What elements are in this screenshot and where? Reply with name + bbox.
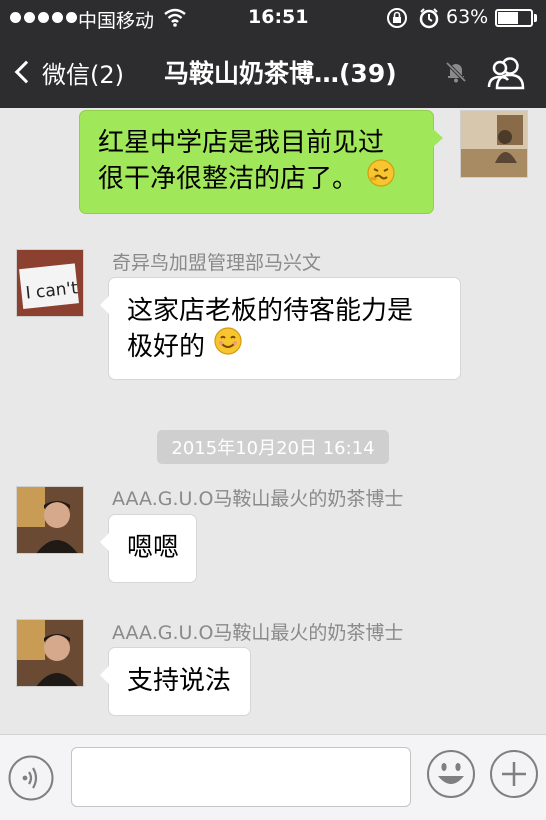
mute-icon <box>444 60 468 88</box>
message-text-line: 极好的 <box>127 332 206 362</box>
sender-avatar[interactable]: I can't <box>16 249 84 317</box>
emoji-button[interactable] <box>426 749 476 799</box>
grimace-emoji <box>366 158 396 198</box>
carrier-name: 中国移动 <box>78 10 155 32</box>
chat-messages[interactable]: 红星中学店是我目前见过 很干净很整洁的店了。 I can't 奇异鸟加盟管理部马… <box>0 108 546 734</box>
message-bubble[interactable]: 嗯嗯 <box>100 514 197 583</box>
input-bar <box>0 734 546 820</box>
battery-level-fill <box>498 12 518 24</box>
sender-name: AAA.G.U.O马鞍山最火的奶茶博士 <box>112 622 404 644</box>
smile-emoji <box>213 326 243 366</box>
timestamp-divider: 2015年10月20日 16:14 <box>157 430 389 464</box>
wifi-icon <box>163 7 187 32</box>
status-time: 16:51 <box>248 6 309 28</box>
my-message-bubble[interactable]: 红星中学店是我目前见过 很干净很整洁的店了。 <box>79 110 443 214</box>
message-text: 嗯嗯 <box>127 533 180 563</box>
battery-icon <box>495 9 533 27</box>
status-bar: 中国移动 16:51 63% <box>0 0 546 36</box>
back-label: 微信(2) <box>42 60 124 89</box>
battery-tip <box>534 14 537 22</box>
sender-avatar[interactable] <box>16 486 84 554</box>
alarm-icon <box>418 7 440 34</box>
my-avatar[interactable] <box>460 110 528 178</box>
sender-avatar[interactable] <box>16 619 84 687</box>
plus-icon <box>490 750 538 798</box>
message-bubble[interactable]: 这家店老板的待客能力是 极好的 <box>100 277 461 380</box>
message-input[interactable] <box>71 747 411 807</box>
emoji-icon <box>427 750 475 798</box>
rotation-lock-icon <box>386 7 408 34</box>
nav-bar: 微信(2) 马鞍山奶茶博…(39) <box>0 36 546 108</box>
message-text-line: 很干净很整洁的店了。 <box>98 164 359 194</box>
message-text: 支持说法 <box>127 666 232 696</box>
message-text-line: 红星中学店是我目前见过 <box>98 128 385 158</box>
sender-name: AAA.G.U.O马鞍山最火的奶茶博士 <box>112 488 404 510</box>
voice-button[interactable] <box>8 755 54 801</box>
sender-name: 奇异鸟加盟管理部马兴文 <box>112 252 322 274</box>
signal-dots-icon <box>10 12 77 23</box>
group-members-icon[interactable] <box>486 56 526 94</box>
battery-percentage: 63% <box>446 6 489 28</box>
back-button[interactable]: 微信(2) <box>12 54 124 90</box>
message-bubble[interactable]: 支持说法 <box>100 647 251 716</box>
message-text-line: 这家店老板的待客能力是 <box>127 296 414 326</box>
chat-title: 马鞍山奶茶博…(39) <box>164 59 397 88</box>
back-chevron-icon <box>14 60 38 84</box>
more-button[interactable] <box>489 749 539 799</box>
voice-icon <box>8 755 54 801</box>
